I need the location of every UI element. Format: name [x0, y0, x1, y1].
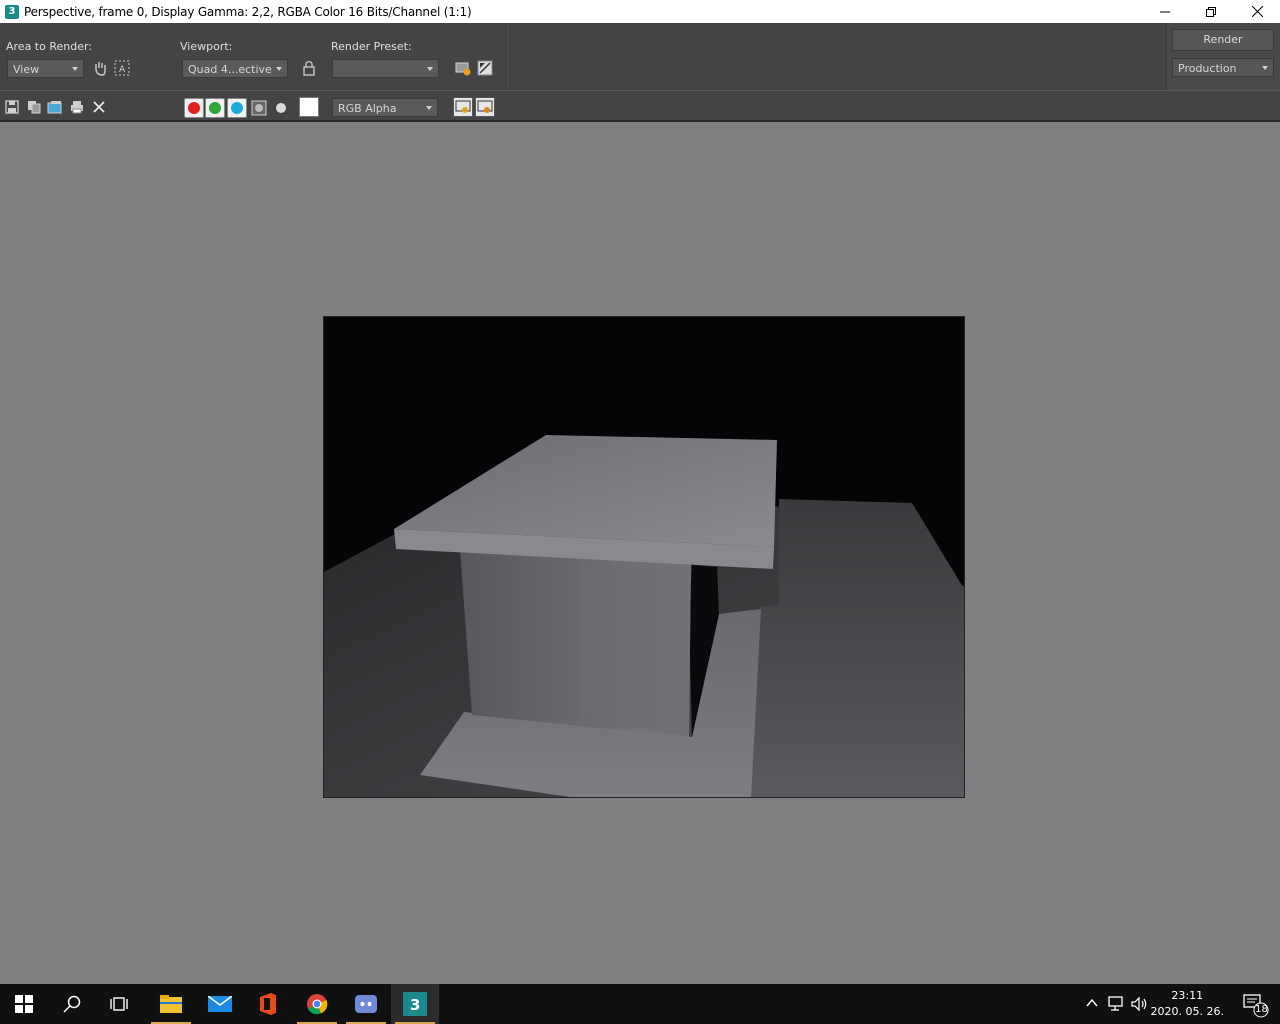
- chevron-down-icon: [72, 67, 78, 71]
- clock-time: 23:11: [1171, 989, 1204, 1002]
- print-icon[interactable]: [68, 98, 86, 116]
- rendered-image: [323, 316, 965, 798]
- render-preset-label: Render Preset:: [331, 40, 412, 53]
- search-button[interactable]: [48, 984, 96, 1024]
- area-to-render-label: Area to Render:: [6, 40, 93, 53]
- save-image-icon[interactable]: [3, 98, 21, 116]
- close-icon: [1251, 6, 1263, 17]
- chrome-icon: [307, 994, 328, 1015]
- chevron-down-icon: [1262, 66, 1268, 70]
- green-channel-toggle[interactable]: [205, 98, 225, 118]
- display-window-icon: [455, 100, 471, 113]
- file-explorer-button[interactable]: [147, 984, 195, 1024]
- chevron-down-icon: [427, 67, 433, 71]
- blue-dot-icon: [231, 102, 243, 114]
- frame-buffer-toolbar: RGB Alpha: [0, 90, 1280, 122]
- clear-icon[interactable]: [90, 98, 108, 116]
- alpha-channel-icon[interactable]: [250, 99, 268, 117]
- svg-text:3: 3: [410, 996, 420, 1014]
- svg-text:A: A: [119, 65, 126, 75]
- monochrome-icon[interactable]: [272, 99, 290, 117]
- area-to-render-value: View: [13, 63, 40, 76]
- track-render-icon: [477, 100, 493, 113]
- office-icon: [260, 993, 276, 1015]
- volume-tray[interactable]: [1131, 996, 1149, 1015]
- render-setup-icon[interactable]: [454, 59, 472, 77]
- file-explorer-icon: [160, 995, 182, 1013]
- render-settings-toolbar: Area to Render: View A Viewport: Quad 4.…: [0, 23, 1280, 90]
- chevron-down-icon: [276, 67, 282, 71]
- 3dsmax-app-icon[interactable]: 3: [5, 4, 19, 19]
- toolbar-divider: [506, 23, 508, 90]
- display-channel-dropdown[interactable]: RGB Alpha: [332, 98, 438, 117]
- render-button[interactable]: Render: [1172, 29, 1274, 51]
- task-view-button[interactable]: [96, 984, 144, 1024]
- render-scene: [324, 435, 964, 797]
- environment-effects-icon[interactable]: [476, 59, 494, 77]
- restore-button[interactable]: [1188, 0, 1234, 23]
- track-toggle[interactable]: [475, 97, 495, 117]
- pan-hand-icon[interactable]: [91, 59, 109, 77]
- render-mode-dropdown[interactable]: Production: [1172, 58, 1274, 77]
- 3dsmax-taskbar-button[interactable]: 3: [391, 984, 439, 1024]
- mail-button[interactable]: [196, 984, 244, 1024]
- viewport-label: Viewport:: [180, 40, 233, 53]
- viewport-dropdown[interactable]: Quad 4...ective: [182, 59, 288, 78]
- discord-button[interactable]: [342, 984, 390, 1024]
- lock-icon[interactable]: [300, 59, 318, 77]
- window-title: Perspective, frame 0, Display Gamma: 2,2…: [24, 4, 472, 19]
- search-icon: [63, 995, 81, 1013]
- clock-date: 2020. 05. 26.: [1150, 1005, 1224, 1018]
- minimize-button[interactable]: [1142, 0, 1188, 23]
- chrome-button[interactable]: [293, 984, 341, 1024]
- green-dot-icon: [209, 102, 221, 114]
- close-button[interactable]: [1234, 0, 1280, 23]
- chevron-down-icon: [426, 106, 432, 110]
- chevron-up-icon: [1086, 998, 1098, 1007]
- system-clock[interactable]: 23:11 2020. 05. 26.: [1151, 988, 1224, 1020]
- restore-icon: [1206, 6, 1216, 17]
- viewport-value: Quad 4...ective: [188, 63, 272, 76]
- title-bar: 3 Perspective, frame 0, Display Gamma: 2…: [0, 0, 1280, 23]
- start-icon: [15, 995, 33, 1013]
- discord-icon: [355, 995, 377, 1013]
- mail-icon: [208, 996, 232, 1012]
- red-dot-icon: [188, 102, 200, 114]
- office-button[interactable]: [244, 984, 292, 1024]
- action-center-button[interactable]: 18: [1242, 990, 1270, 1018]
- red-channel-toggle[interactable]: [184, 98, 204, 118]
- render-mode-value: Production: [1178, 62, 1237, 75]
- background-color-swatch[interactable]: [299, 97, 319, 117]
- area-to-render-dropdown[interactable]: View: [7, 59, 84, 78]
- network-icon: [1108, 996, 1123, 1011]
- show-hidden-icons-button[interactable]: [1085, 996, 1099, 1013]
- window-controls: [1142, 0, 1280, 23]
- auto-region-icon[interactable]: A: [113, 59, 131, 77]
- notification-count: 18: [1255, 1004, 1268, 1015]
- network-tray[interactable]: [1108, 996, 1126, 1015]
- frame-buffer-toggle[interactable]: [453, 97, 473, 117]
- minimize-icon: [1160, 11, 1170, 12]
- copy-image-icon[interactable]: [25, 98, 43, 116]
- speaker-icon: [1131, 996, 1147, 1012]
- blue-channel-toggle[interactable]: [227, 98, 247, 118]
- render-preset-dropdown[interactable]: [332, 59, 439, 78]
- display-channel-value: RGB Alpha: [338, 102, 397, 115]
- windows-taskbar: 3 23:11 2020. 05. 26. 18: [0, 984, 1280, 1024]
- start-button[interactable]: [0, 984, 48, 1024]
- 3dsmax-icon: 3: [403, 992, 427, 1016]
- task-view-icon: [110, 997, 128, 1011]
- clone-window-icon[interactable]: [46, 98, 64, 116]
